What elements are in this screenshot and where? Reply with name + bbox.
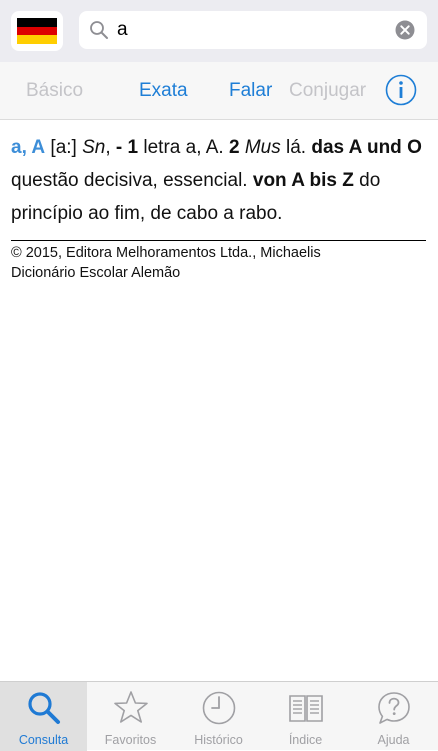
clock-icon bbox=[202, 691, 236, 725]
sense-1-text: letra a, A. bbox=[143, 137, 224, 158]
tab-indice[interactable]: Índice bbox=[262, 682, 349, 751]
info-icon[interactable] bbox=[385, 74, 417, 106]
tab-historico[interactable]: Histórico bbox=[175, 682, 262, 751]
copyright-line-2: Dicionário Escolar Alemão bbox=[11, 265, 181, 281]
search-icon bbox=[90, 21, 108, 39]
phrase-2: von A bis Z bbox=[252, 170, 354, 191]
exata-button[interactable]: Exata bbox=[139, 80, 188, 102]
star-icon bbox=[114, 691, 148, 723]
sense-2-number: 2 bbox=[228, 137, 240, 158]
basico-button[interactable]: Básico bbox=[26, 80, 83, 102]
divider bbox=[11, 240, 426, 241]
search-input[interactable] bbox=[117, 17, 377, 43]
question-bubble-icon bbox=[378, 692, 410, 724]
sense-2-text: lá. bbox=[286, 137, 307, 158]
tab-ajuda[interactable]: Ajuda bbox=[350, 682, 437, 751]
tab-indice-label: Índice bbox=[288, 733, 323, 747]
language-flag-button[interactable] bbox=[11, 11, 63, 51]
conjugar-button[interactable]: Conjugar bbox=[289, 80, 366, 102]
dictionary-entry: a, A [a:] Sn, - 1 letra a, A. 2 Mus lá. … bbox=[11, 131, 429, 230]
tab-bar: Consulta Favoritos Histórico Índice Ajud… bbox=[0, 681, 438, 751]
tab-favoritos[interactable]: Favoritos bbox=[87, 682, 174, 751]
sense-2-domain: Mus bbox=[244, 137, 281, 158]
tab-consulta[interactable]: Consulta bbox=[0, 682, 87, 751]
phrase-1: das A und O bbox=[311, 137, 422, 158]
clear-search-icon[interactable] bbox=[395, 20, 415, 40]
top-bar bbox=[0, 0, 438, 62]
phrase-1-text: questão decisiva, essencial. bbox=[11, 170, 248, 191]
tab-favoritos-label: Favoritos bbox=[104, 733, 157, 747]
entry-separator: , bbox=[105, 137, 111, 158]
tab-consulta-label: Consulta bbox=[18, 733, 69, 747]
magnifier-icon bbox=[28, 692, 60, 724]
book-icon bbox=[289, 695, 323, 722]
entry-pronunciation: [a:] bbox=[50, 137, 77, 158]
search-mode-bar: Básico Exata Falar Conjugar bbox=[0, 62, 438, 120]
tab-historico-label: Histórico bbox=[194, 733, 243, 747]
sense-1-number: - 1 bbox=[115, 137, 139, 158]
entry-headword[interactable]: a, A bbox=[11, 137, 45, 158]
german-flag-icon bbox=[17, 18, 57, 45]
tab-ajuda-label: Ajuda bbox=[377, 733, 410, 747]
search-field[interactable] bbox=[79, 11, 427, 49]
copyright-line-1: © 2015, Editora Melhoramentos Ltda., Mic… bbox=[11, 245, 321, 261]
falar-button[interactable]: Falar bbox=[229, 80, 272, 102]
entry-part-of-speech: Sn bbox=[82, 137, 106, 158]
copyright-notice: © 2015, Editora Melhoramentos Ltda., Mic… bbox=[11, 243, 426, 283]
